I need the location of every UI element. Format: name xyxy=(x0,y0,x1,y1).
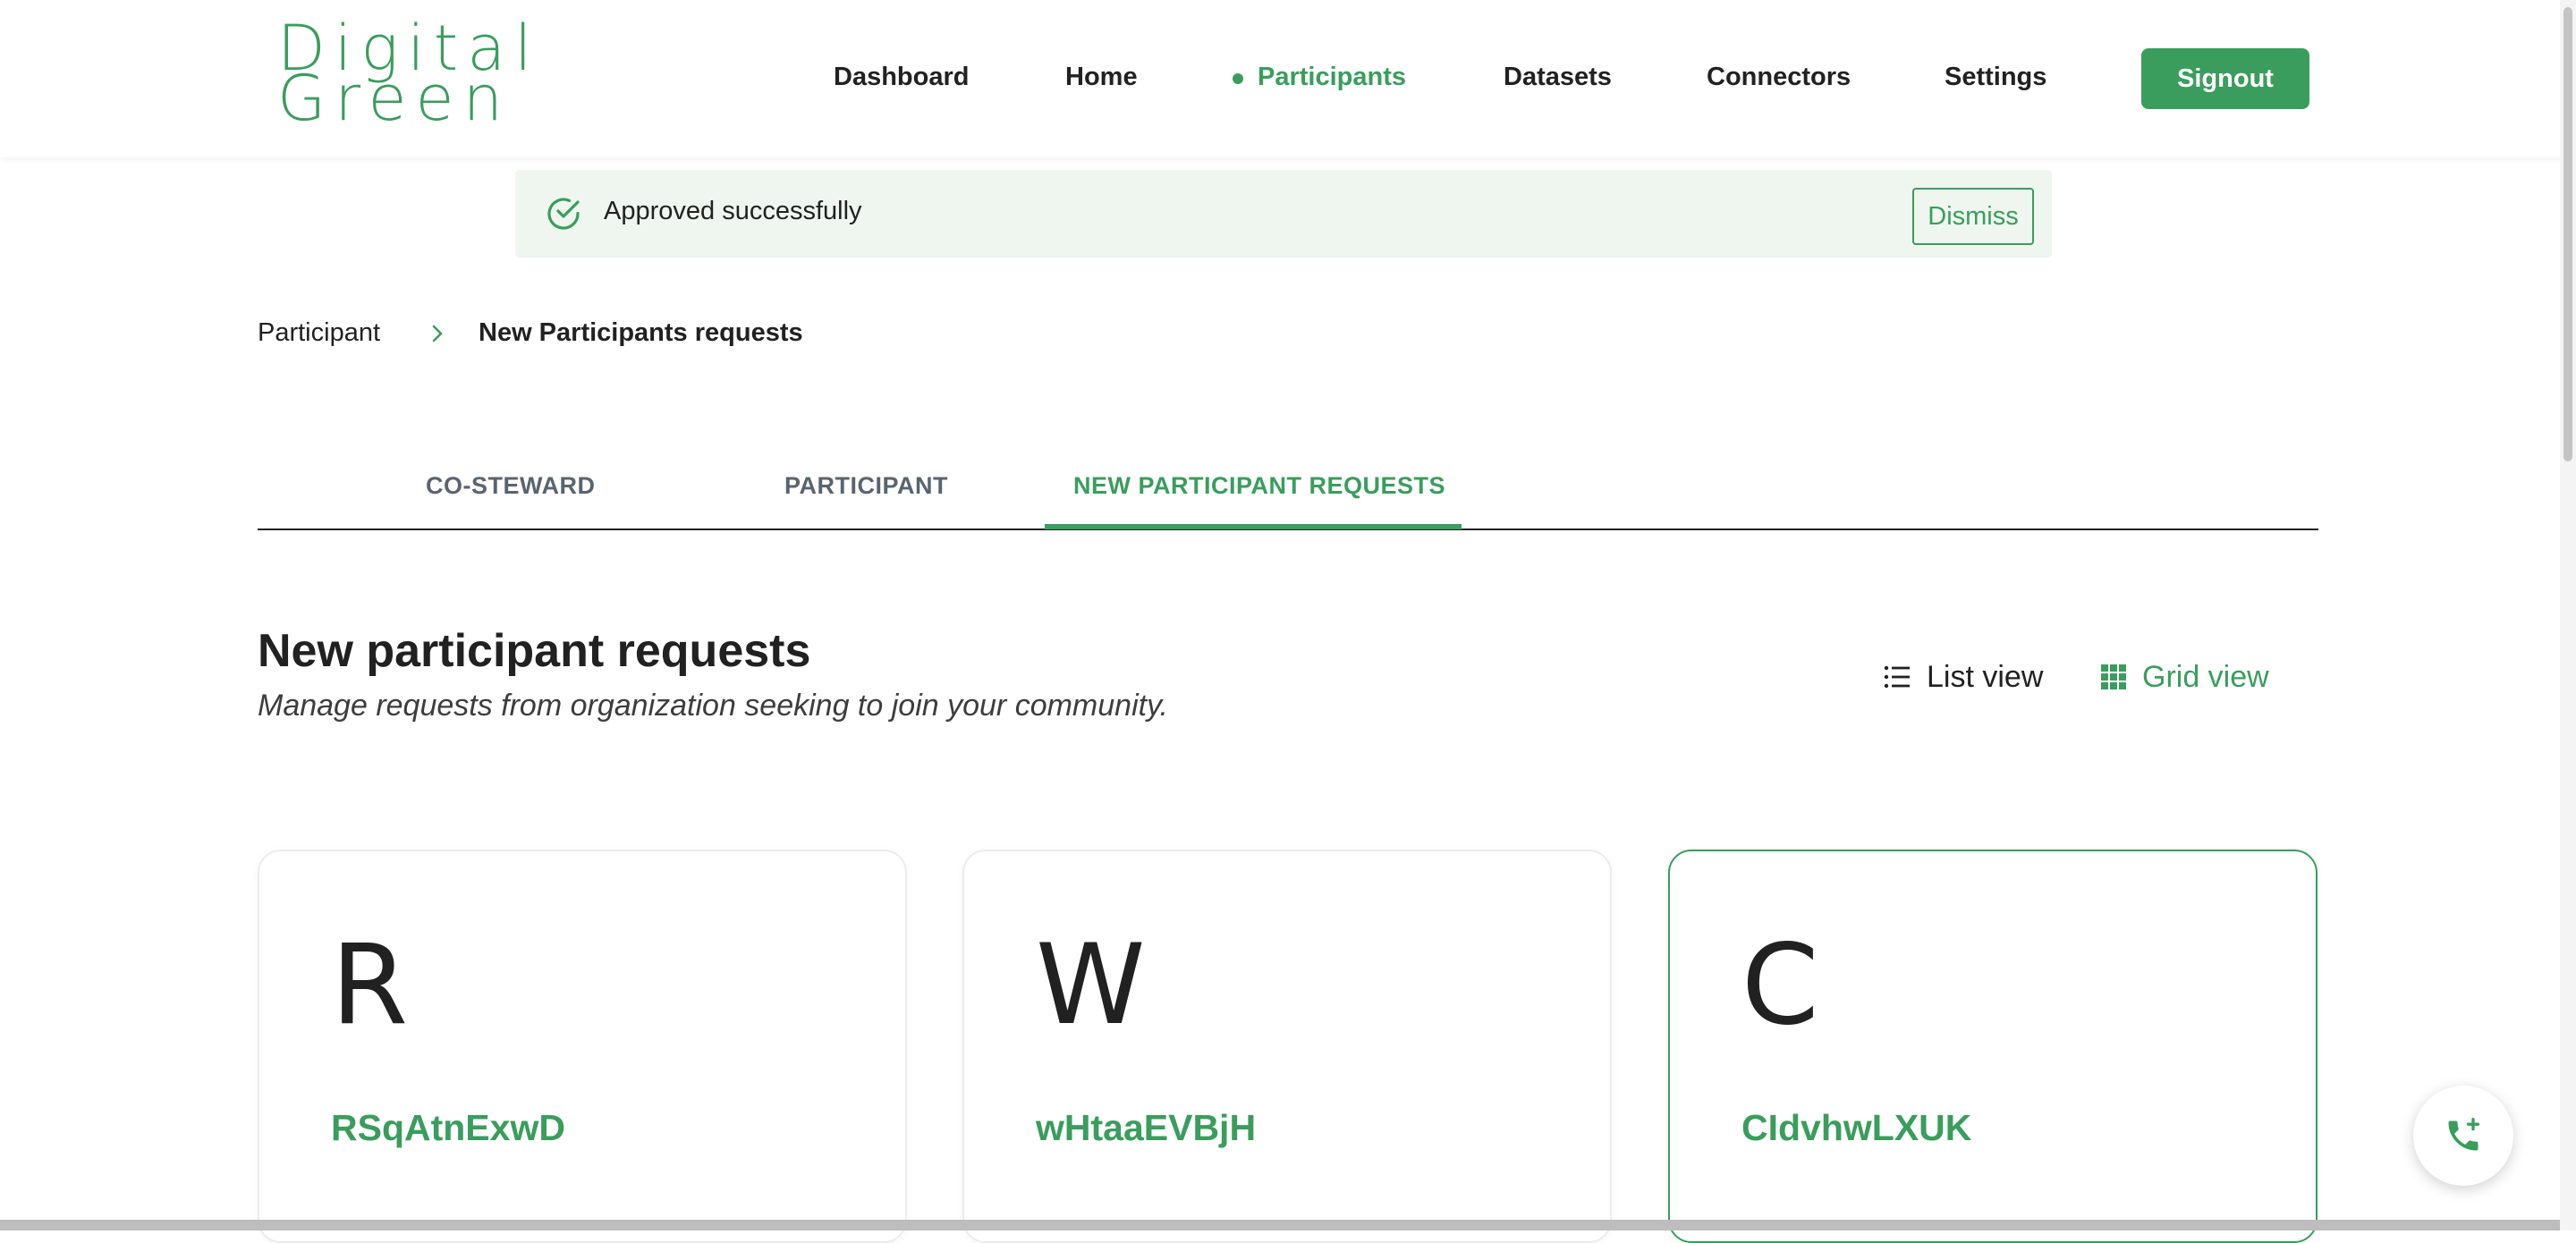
signout-button[interactable]: Signout xyxy=(2141,48,2309,109)
nav-connectors[interactable]: Connectors xyxy=(1707,63,1851,92)
list-icon xyxy=(1884,665,1910,689)
participant-request-card[interactable]: R RSqAtnExwD xyxy=(258,850,907,1243)
breadcrumb-participant-link[interactable]: Participant xyxy=(258,318,380,348)
card-initial: W xyxy=(1036,921,1146,1050)
participant-request-card[interactable]: C CIdvhwLXUK xyxy=(1668,850,2318,1243)
list-view-label: List view xyxy=(1927,659,2044,694)
card-organization-name: RSqAtnExwD xyxy=(331,1107,565,1148)
page-subtitle: Manage requests from organization seekin… xyxy=(258,689,1168,723)
card-initial: R xyxy=(331,921,409,1050)
participant-request-card[interactable]: W wHtaaEVBjH xyxy=(962,850,1612,1243)
tab-participant[interactable]: PARTICIPANT xyxy=(784,472,948,500)
horizontal-scrollbar[interactable] xyxy=(0,1220,2560,1230)
nav-dashboard[interactable]: Dashboard xyxy=(834,63,969,92)
active-nav-dot xyxy=(1233,73,1243,84)
digital-green-logo[interactable]: Digital Green xyxy=(277,17,555,134)
vertical-scrollbar[interactable] xyxy=(2560,0,2576,1230)
vertical-scrollbar-thumb[interactable] xyxy=(2563,7,2572,461)
card-initial: C xyxy=(1741,921,1819,1050)
top-header: Digital Green Dashboard Home Participant… xyxy=(0,0,2576,157)
page-title: New participant requests xyxy=(258,625,811,677)
check-circle-icon xyxy=(547,198,580,230)
list-view-button[interactable]: List view xyxy=(1884,657,2043,697)
card-organization-name: CIdvhwLXUK xyxy=(1741,1107,1972,1148)
grid-view-button[interactable]: Grid view xyxy=(2101,657,2269,697)
active-tab-indicator xyxy=(1045,524,1462,529)
chevron-right-icon xyxy=(432,325,443,342)
card-organization-name: wHtaaEVBjH xyxy=(1036,1107,1257,1148)
breadcrumb-current: New Participants requests xyxy=(479,318,803,347)
grid-view-label: Grid view xyxy=(2142,659,2269,694)
success-alert: Approved successfully Dismiss xyxy=(515,170,2052,258)
phone-add-icon xyxy=(2448,1118,2480,1151)
nav-settings[interactable]: Settings xyxy=(1945,63,2046,92)
dismiss-button[interactable]: Dismiss xyxy=(1912,188,2034,245)
nav-home[interactable]: Home xyxy=(1065,63,1138,92)
nav-participants[interactable]: Participants xyxy=(1258,63,1406,92)
tab-new-participant-requests[interactable]: NEW PARTICIPANT REQUESTS xyxy=(1073,472,1445,500)
nav-datasets[interactable]: Datasets xyxy=(1504,63,1612,92)
alert-message: Approved successfully xyxy=(604,197,862,225)
grid-icon xyxy=(2101,664,2126,689)
tab-co-steward[interactable]: CO-STEWARD xyxy=(426,472,596,500)
contact-fab-button[interactable] xyxy=(2413,1086,2513,1186)
